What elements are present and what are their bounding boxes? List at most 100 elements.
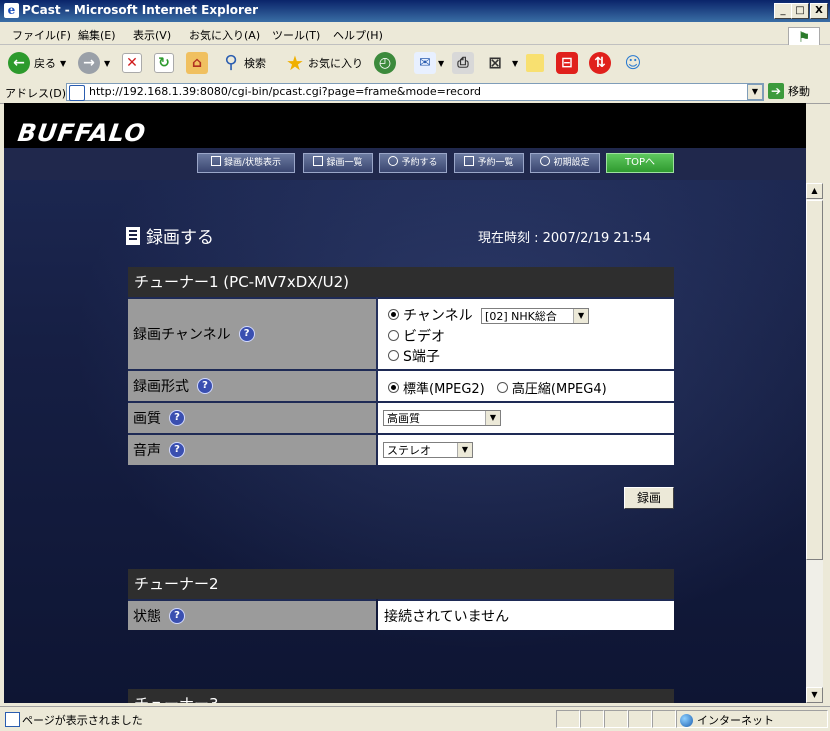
status-cell: [556, 710, 580, 728]
channel-row: 録画チャンネル? チャンネル [02] NHK総合 ▼ ビデオ S端子: [128, 297, 674, 369]
back-button[interactable]: ← 戻る ▼: [8, 51, 66, 75]
forward-button[interactable]: → ▼: [78, 51, 110, 75]
nav-top[interactable]: TOPへ: [606, 153, 674, 173]
page-title: 録画する: [126, 223, 214, 248]
document-icon: [313, 156, 324, 166]
quality-select[interactable]: 高画質 ▼: [383, 410, 501, 426]
help-icon[interactable]: ?: [169, 442, 185, 458]
messenger-button[interactable]: ⊟: [556, 51, 578, 75]
back-arrow-icon: ←: [8, 52, 30, 74]
favorites-button[interactable]: ★ お気に入り: [284, 51, 363, 75]
help-icon[interactable]: ?: [169, 410, 185, 426]
toolbar: ← 戻る ▼ → ▼ ✕ ↻ ⌂ ⚲ 検索 ★ お気に入り ◴ ✉ ▼ ⎙ ⊠ …: [0, 45, 830, 82]
record-icon: [126, 226, 140, 245]
address-input[interactable]: http://192.168.1.39:8080/cgi-bin/pcast.c…: [66, 83, 764, 101]
audio-select[interactable]: ステレオ ▼: [383, 442, 473, 458]
menu-bar: ファイル(F) 編集(E) 表示(V) お気に入り(A) ツール(T) ヘルプ(…: [0, 22, 830, 49]
refresh-button[interactable]: ↻: [154, 51, 174, 75]
vertical-scrollbar[interactable]: ▲ ▼: [806, 183, 823, 703]
quality-row: 画質? 高画質 ▼: [128, 401, 674, 433]
home-icon: ⌂: [186, 52, 208, 74]
stop-icon: ✕: [122, 53, 142, 73]
channel-radio[interactable]: [388, 309, 399, 320]
tuner2-status-row: 状態? 接続されていません: [128, 599, 674, 630]
chevron-down-icon: ▼: [512, 58, 519, 68]
help-icon[interactable]: ?: [197, 378, 213, 394]
s-terminal-radio[interactable]: [388, 350, 399, 361]
chevron-down-icon: ▼: [573, 309, 589, 323]
channel-select[interactable]: [02] NHK総合 ▼: [481, 308, 590, 324]
mail-icon: ✉: [414, 52, 436, 74]
menu-help[interactable]: ヘルプ(H): [333, 27, 383, 43]
menu-edit[interactable]: 編集(E): [78, 27, 116, 43]
address-url: http://192.168.1.39:8080/cgi-bin/pcast.c…: [89, 85, 482, 98]
s-terminal-radio-row: S端子: [388, 346, 440, 366]
ie-icon: e: [4, 3, 19, 18]
brand-header: BUFFALO: [4, 103, 806, 148]
edit-button[interactable]: ⊠ ▼: [484, 51, 518, 75]
menu-file[interactable]: ファイル(F): [12, 27, 71, 43]
mail-button[interactable]: ✉ ▼: [414, 51, 444, 75]
chevron-down-icon: ▼: [485, 411, 500, 425]
minimize-button[interactable]: _: [774, 3, 792, 19]
status-cell: [580, 710, 604, 728]
stop-button[interactable]: ✕: [122, 51, 142, 75]
chevron-down-icon: ▼: [60, 58, 67, 68]
nav-settings[interactable]: 初期設定: [530, 153, 600, 173]
users-button[interactable]: ☺: [622, 51, 644, 75]
scroll-up-button[interactable]: ▲: [806, 183, 823, 199]
audio-row: 音声? ステレオ ▼: [128, 433, 674, 465]
scroll-down-button[interactable]: ▼: [806, 687, 823, 703]
menu-tools[interactable]: ツール(T): [272, 27, 320, 43]
format-standard-radio[interactable]: [388, 382, 399, 393]
tuner1-heading: チューナー1 (PC-MV7xDX/U2): [128, 267, 674, 297]
nav-recording-list[interactable]: 録画一覧: [303, 153, 373, 173]
go-arrow-icon: ➔: [768, 83, 784, 99]
video-radio[interactable]: [388, 330, 399, 341]
print-icon: ⎙: [452, 52, 474, 74]
favorites-label: お気に入り: [308, 57, 363, 70]
address-dropdown-icon[interactable]: ▼: [747, 84, 763, 100]
help-icon[interactable]: ?: [169, 607, 185, 624]
window-title-bar: e PCast - Microsoft Internet Explorer _ …: [0, 0, 830, 22]
current-time: 現在時刻 : 2007/2/19 21:54: [478, 231, 651, 246]
research-icon: ⊟: [556, 52, 578, 74]
page-status-icon: [5, 712, 20, 727]
tuner3-heading: チューナー3: [128, 689, 674, 703]
audio-label: 音声?: [128, 433, 376, 465]
channel-label: 録画チャンネル?: [128, 297, 376, 369]
search-button[interactable]: ⚲ 検索: [220, 51, 266, 75]
record-button[interactable]: 録画: [624, 487, 674, 509]
address-bar: アドレス(D) http://192.168.1.39:8080/cgi-bin…: [0, 81, 830, 104]
menu-view[interactable]: 表示(V): [133, 27, 171, 43]
people-icon: ☺: [624, 53, 642, 72]
nav-bar: 録画/状態表示 録画一覧 予約する 予約一覧 初期設定 TOPへ: [4, 148, 806, 180]
format-high-radio[interactable]: [496, 382, 508, 393]
history-button[interactable]: ◴: [374, 51, 396, 75]
history-icon: ◴: [374, 52, 396, 74]
status-text: ページが表示されました: [22, 714, 143, 727]
note-icon: [526, 54, 544, 72]
list-icon: [210, 156, 221, 166]
status-bar: ページが表示されました インターネット: [0, 706, 830, 731]
chevron-down-icon: ▼: [457, 443, 472, 457]
window-title: PCast - Microsoft Internet Explorer: [22, 3, 259, 17]
menu-favorites[interactable]: お気に入り(A): [189, 27, 260, 43]
chevron-down-icon: ▼: [438, 58, 445, 68]
close-button[interactable]: X: [810, 3, 828, 19]
maximize-button[interactable]: □: [791, 3, 809, 19]
translate-button[interactable]: ⇅: [589, 51, 611, 75]
nav-reserve[interactable]: 予約する: [379, 153, 447, 173]
nav-reservation-list[interactable]: 予約一覧: [454, 153, 524, 173]
updown-icon: ⇅: [589, 52, 611, 74]
discuss-button[interactable]: [526, 51, 544, 75]
scroll-thumb[interactable]: [806, 200, 823, 560]
nav-record-status[interactable]: 録画/状態表示: [197, 153, 295, 173]
go-button[interactable]: ➔ 移動: [768, 83, 810, 99]
back-label: 戻る: [34, 57, 56, 70]
channel-radio-row: チャンネル [02] NHK総合 ▼: [388, 305, 590, 325]
home-button[interactable]: ⌂: [186, 51, 208, 75]
print-button[interactable]: ⎙: [452, 51, 474, 75]
format-options: 標準(MPEG2) 高圧縮(MPEG4): [378, 369, 674, 401]
help-icon[interactable]: ?: [238, 326, 255, 342]
